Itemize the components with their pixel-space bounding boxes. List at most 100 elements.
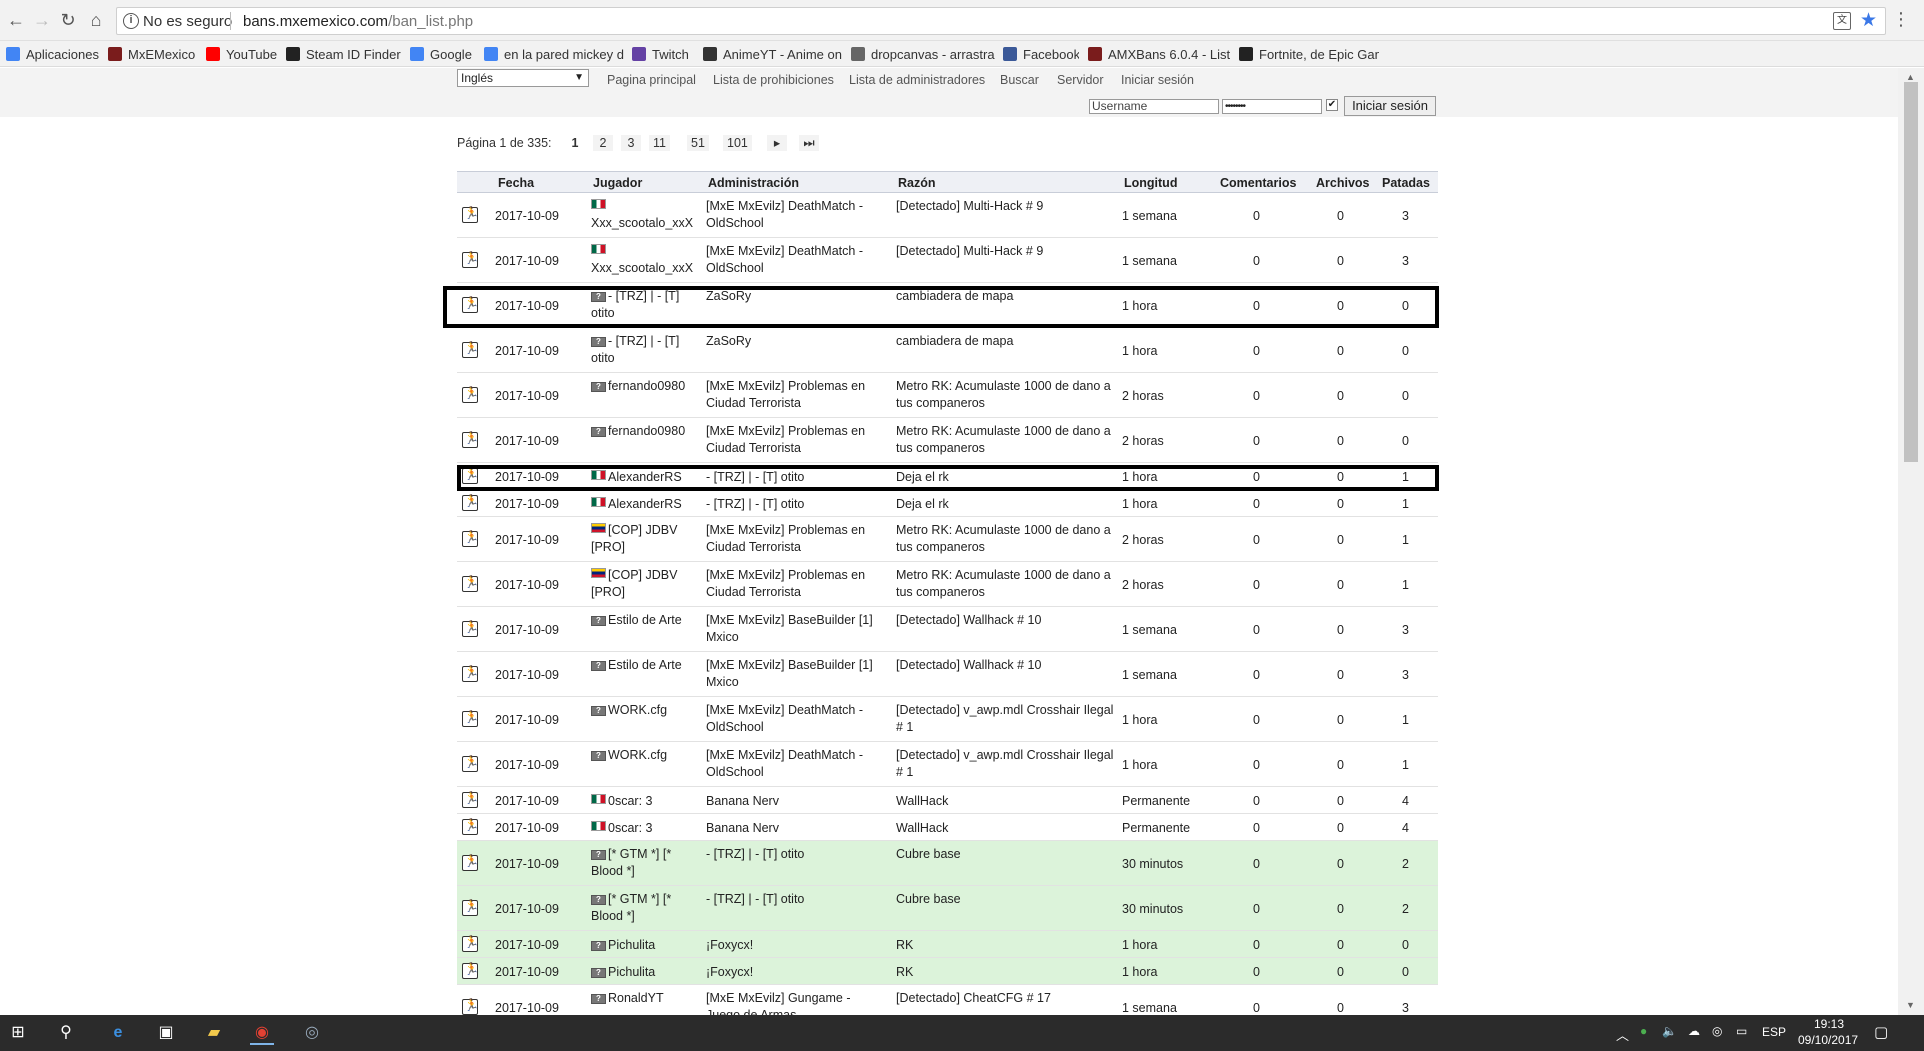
nav-link[interactable]: Buscar	[1000, 73, 1039, 87]
kick-icon[interactable]	[462, 431, 479, 448]
header-fecha[interactable]: Fecha	[498, 176, 534, 190]
bookmark-item[interactable]: Twitch	[632, 45, 696, 63]
url-text[interactable]: bans.mxemexico.com/ban_list.php	[243, 13, 473, 30]
nav-link[interactable]: Pagina principal	[607, 73, 696, 87]
table-row[interactable]: 2017-10-09 ?[* GTM *] [* Blood *]- [TRZ] …	[457, 841, 1438, 886]
table-row[interactable]: 2017-10-09?RonaldYT[MxE MxEvilz] Gungame…	[457, 985, 1438, 1015]
header-archivos[interactable]: Archivos	[1316, 176, 1370, 190]
player-name[interactable]: Xxx_scootalo_xxX	[591, 261, 693, 275]
table-row[interactable]: 2017-10-09?Pichulita¡Foxycx!RK1 hora000	[457, 931, 1438, 958]
cell-jugador[interactable]: ? WORK.cfg	[591, 702, 703, 719]
player-name[interactable]: Pichulita	[608, 938, 655, 952]
chrome-icon[interactable]: ◉	[250, 1021, 274, 1045]
store-icon[interactable]: ▣	[154, 1021, 178, 1045]
next-page-icon[interactable]: ▸	[767, 135, 787, 151]
network-icon[interactable]: ▭	[1736, 1024, 1747, 1038]
kick-icon[interactable]	[462, 575, 479, 592]
table-row[interactable]: 2017-10-09 AlexanderRS - [TRZ] | - [T] oti…	[457, 463, 1438, 490]
cell-jugador[interactable]: ? Pichulita	[591, 938, 703, 952]
language-indicator[interactable]: ESP	[1762, 1025, 1786, 1039]
player-name[interactable]: fernando0980	[608, 379, 685, 393]
clock-date[interactable]: 09/10/2017	[1798, 1033, 1858, 1047]
translate-icon[interactable]: 文	[1833, 12, 1851, 30]
bookmark-item[interactable]: Fortnite, de Epic Gam	[1239, 45, 1379, 63]
bookmark-item[interactable]: Steam ID Finder	[286, 45, 404, 63]
page-link[interactable]: 101	[723, 135, 752, 151]
forward-arrow-icon[interactable]: →	[30, 8, 54, 32]
bookmark-star-icon[interactable]: ★	[1860, 9, 1877, 32]
language-select[interactable]: Inglés ▼	[457, 69, 589, 87]
cell-jugador[interactable]: ? [* GTM *] [* Blood *]	[591, 891, 703, 925]
cell-jugador[interactable]: ? - [TRZ] | - [T] otito	[591, 288, 703, 322]
header-razon[interactable]: Razón	[898, 176, 936, 190]
clock-time[interactable]: 19:13	[1814, 1017, 1844, 1031]
login-button[interactable]: Iniciar sesión	[1344, 96, 1436, 116]
tray-nvidia-icon[interactable]: ●	[1640, 1024, 1647, 1038]
cell-jugador[interactable]: 0scar: 3	[591, 794, 703, 808]
table-row[interactable]: 2017-10-09?WORK.cfg[MxE MxEvilz] DeathMa…	[457, 697, 1438, 742]
cell-jugador[interactable]: Xxx_scootalo_xxX	[591, 198, 703, 232]
player-name[interactable]: Pichulita	[608, 965, 655, 979]
player-name[interactable]: Estilo de Arte	[608, 613, 682, 627]
table-row[interactable]: 2017-10-09?Estilo de Arte[MxE MxEvilz] B…	[457, 607, 1438, 652]
table-row[interactable]: 2017-10-09?Estilo de Arte[MxE MxEvilz] B…	[457, 652, 1438, 697]
kick-icon[interactable]	[462, 296, 479, 313]
player-name[interactable]: 0scar: 3	[608, 821, 652, 835]
player-name[interactable]: AlexanderRS	[608, 497, 682, 511]
address-bar[interactable]: i No es seguro bans.mxemexico.com/ban_li…	[116, 7, 1886, 35]
info-icon[interactable]: i	[123, 13, 139, 29]
kick-icon[interactable]	[462, 854, 479, 871]
table-row[interactable]: 2017-10-09?fernando0980[MxE MxEvilz] Pro…	[457, 418, 1438, 463]
header-administracion[interactable]: Administración	[708, 176, 799, 190]
kick-icon[interactable]	[462, 530, 479, 547]
table-row[interactable]: 2017-10-09 0scar: 3 Banana Nerv WallHack Per…	[457, 787, 1438, 814]
player-name[interactable]: Xxx_scootalo_xxX	[591, 216, 693, 230]
password-input[interactable]: ••••••••	[1222, 99, 1322, 114]
kick-icon[interactable]	[462, 710, 479, 727]
header-jugador[interactable]: Jugador	[593, 176, 642, 190]
reload-icon[interactable]: ↻	[56, 8, 80, 32]
cell-jugador[interactable]: Xxx_scootalo_xxX	[591, 243, 703, 277]
cell-jugador[interactable]: ? fernando0980	[591, 423, 703, 440]
kick-icon[interactable]	[462, 818, 479, 835]
home-icon[interactable]: ⌂	[84, 8, 108, 32]
bookmark-item[interactable]: AnimeYT - Anime on	[703, 45, 843, 63]
cell-jugador[interactable]: ? [* GTM *] [* Blood *]	[591, 846, 703, 880]
nav-link[interactable]: Servidor	[1057, 73, 1104, 87]
bookmark-item[interactable]: MxEMexico	[108, 45, 198, 63]
player-name[interactable]: WORK.cfg	[608, 748, 667, 762]
bookmark-item[interactable]: YouTube	[206, 45, 278, 63]
page-link[interactable]: 51	[687, 135, 709, 151]
scroll-up-icon[interactable]: ▲	[1906, 72, 1915, 82]
kick-icon[interactable]	[462, 962, 479, 979]
table-row[interactable]: 2017-10-09 ?- [TRZ] | - [T] otitoZaSoRy ca…	[457, 328, 1438, 373]
cell-jugador[interactable]: ? fernando0980	[591, 378, 703, 395]
player-name[interactable]: WORK.cfg	[608, 703, 667, 717]
bookmark-item[interactable]: Google	[410, 45, 476, 63]
cell-jugador[interactable]: AlexanderRS	[591, 470, 703, 484]
scroll-thumb[interactable]	[1904, 82, 1918, 462]
cell-jugador[interactable]: [COP] JDBV [PRO]	[591, 567, 703, 601]
kick-icon[interactable]	[462, 386, 479, 403]
cell-jugador[interactable]: ? WORK.cfg	[591, 747, 703, 764]
table-row[interactable]: 2017-10-09 [COP] JDBV [PRO][MxE MxEvilz] …	[457, 562, 1438, 607]
kick-icon[interactable]	[462, 467, 479, 484]
table-row[interactable]: 2017-10-09 Xxx_scootalo_xxX [MxE MxEvilz] …	[457, 238, 1438, 283]
table-row[interactable]: 2017-10-09?WORK.cfg[MxE MxEvilz] DeathMa…	[457, 742, 1438, 787]
table-row[interactable]: 2017-10-09?Pichulita¡Foxycx!RK1 hora000	[457, 958, 1438, 985]
volume-icon[interactable]: 🔈	[1662, 1024, 1677, 1038]
kick-icon[interactable]	[462, 665, 479, 682]
kick-icon[interactable]	[462, 341, 479, 358]
windows-start-icon[interactable]: ⊞	[6, 1021, 30, 1045]
kick-icon[interactable]	[462, 998, 479, 1015]
header-comentarios[interactable]: Comentarios	[1220, 176, 1296, 190]
table-row[interactable]: 2017-10-09 AlexanderRS - [TRZ] | - [T] oti…	[457, 490, 1438, 517]
page-link[interactable]: 11	[649, 135, 670, 151]
cell-jugador[interactable]: ? Pichulita	[591, 965, 703, 979]
kick-icon[interactable]	[462, 755, 479, 772]
cell-jugador[interactable]: ? RonaldYT	[591, 990, 703, 1007]
table-row[interactable]: 2017-10-09 ?[* GTM *] [* Blood *]- [TRZ] …	[457, 886, 1438, 931]
player-name[interactable]: 0scar: 3	[608, 794, 652, 808]
kick-icon[interactable]	[462, 899, 479, 916]
bookmark-item[interactable]: Facebook	[1003, 45, 1079, 63]
